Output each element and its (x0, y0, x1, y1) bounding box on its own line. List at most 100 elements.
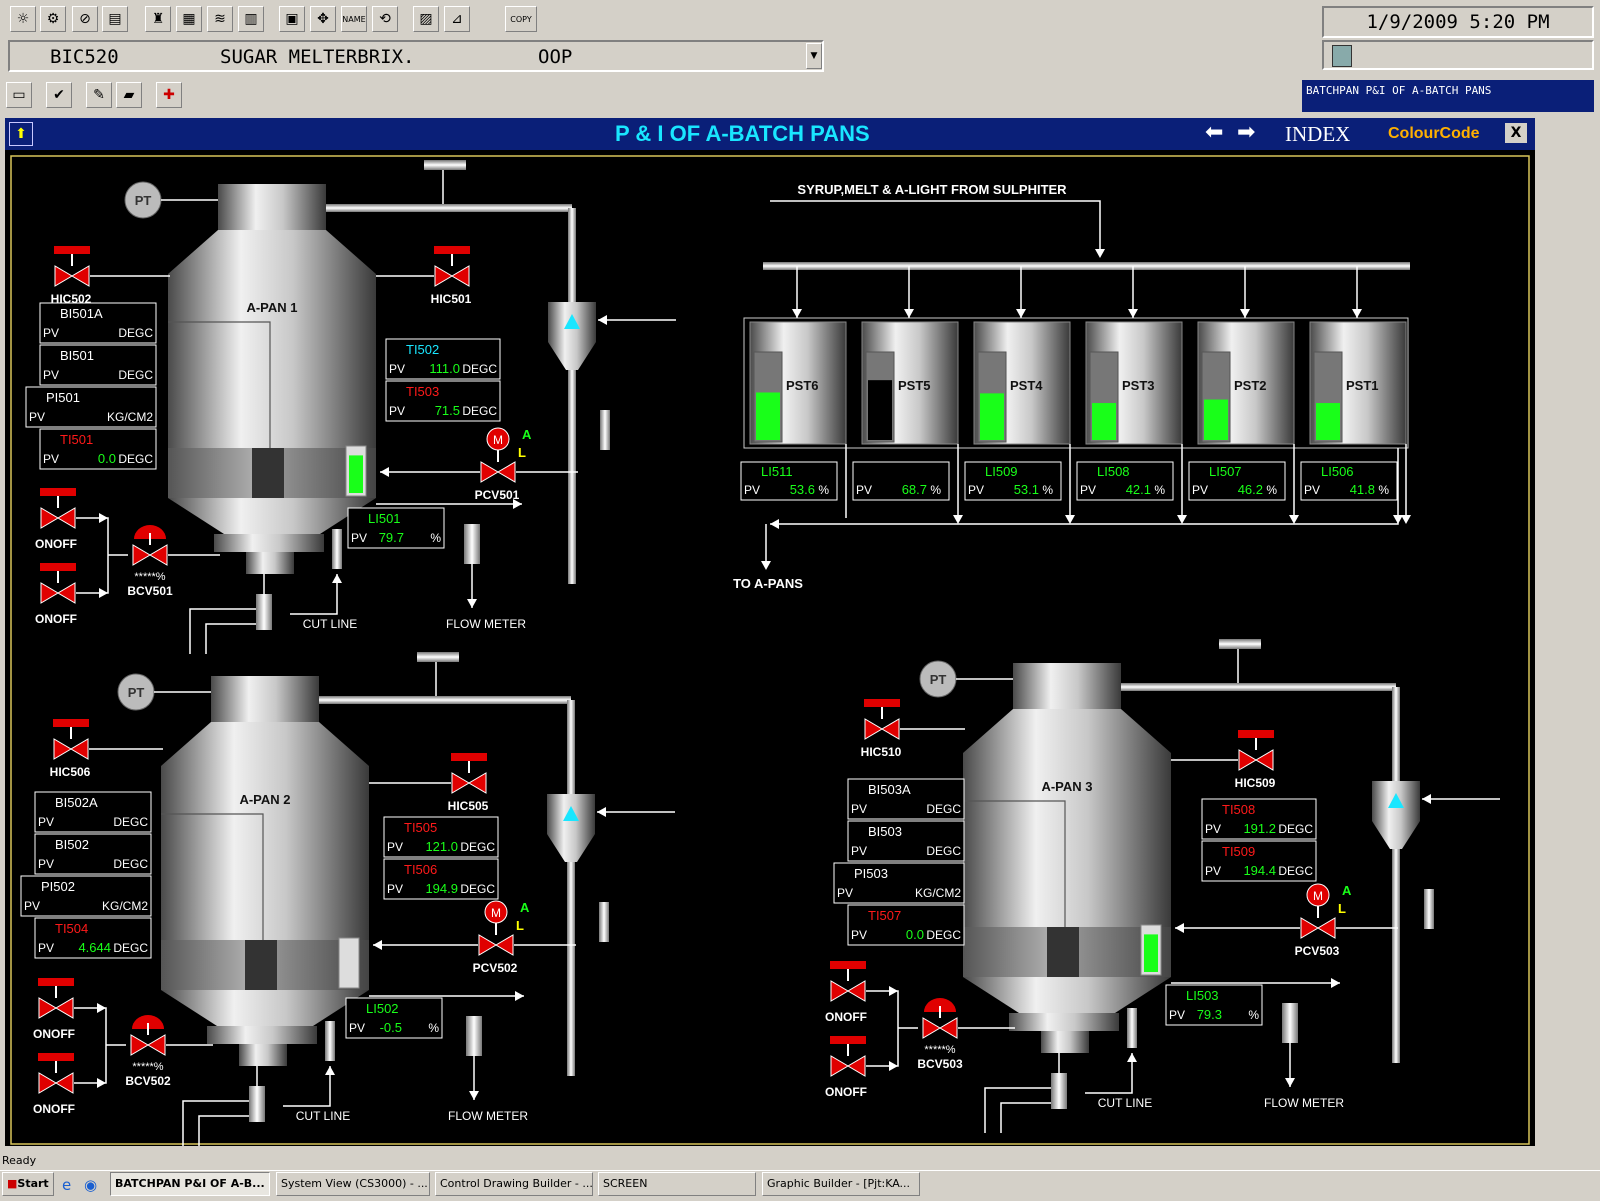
pv-label: PV (24, 899, 40, 913)
tag-name: BI501 (60, 348, 94, 363)
tag-ti506[interactable]: TI506PV 194.9 DEGC (383, 858, 499, 900)
pv-value: 0.0 (906, 927, 924, 942)
valve-onoff-2[interactable] (830, 1036, 866, 1077)
tank-name: PST5 (898, 378, 931, 393)
tag-bi502a[interactable]: BI502APV DEGC (34, 791, 152, 833)
pv-value: 46.2 (1238, 482, 1263, 497)
unit-label: % (1042, 483, 1053, 497)
tag-bi501[interactable]: BI501PV DEGC (39, 344, 157, 386)
tag-ti502[interactable]: TI502PV 111.0 DEGC (385, 338, 501, 380)
tank-level-indicator[interactable]: LI506PV 41.8% (1300, 461, 1398, 501)
valve-onoff-1[interactable] (40, 488, 76, 529)
downtake (245, 940, 277, 990)
valve-hic510[interactable]: HIC510 (861, 699, 902, 759)
tank-pst6[interactable]: PST6 LI511PV 53.6% (740, 266, 847, 518)
valve-tag: PCV502 (473, 961, 518, 975)
valve-pcv503[interactable]: M PCV503 (1295, 883, 1340, 958)
valve-hic509[interactable]: HIC509 (1235, 730, 1276, 790)
tank-level-indicator[interactable]: LI509PV 53.1% (964, 461, 1062, 501)
tag-name: LI502 (366, 1001, 399, 1016)
tag-li503[interactable]: LI503PV 79.3% (1165, 984, 1263, 1026)
tag-bi503a[interactable]: BI503APV DEGC (847, 778, 965, 820)
tag-bi501a[interactable]: BI501APV DEGC (39, 302, 157, 344)
tank-name: PST1 (1346, 378, 1379, 393)
cyclone (548, 302, 596, 370)
tag-pi501[interactable]: PI501PV KG/CM2 (25, 386, 157, 428)
task-item-control-drawing[interactable]: Control Drawing Builder - ... (435, 1172, 593, 1196)
tank-level-fill (1316, 403, 1340, 440)
tank-pst4[interactable]: PST4 LI509PV 53.1% (964, 266, 1075, 524)
tank-pst3[interactable]: PST3 LI508PV 42.1% (1076, 266, 1187, 524)
arrow-icon (97, 1078, 106, 1088)
tag-li502[interactable]: LI502PV -0.5% (345, 997, 443, 1039)
bcv-output: *****% (134, 571, 165, 583)
valve-left-icon (1238, 749, 1257, 771)
cyclone-drain (1424, 889, 1434, 929)
valve-tag: HIC510 (861, 745, 902, 759)
tag-name: PI503 (854, 866, 888, 881)
valve-bcv501[interactable] (132, 525, 168, 566)
task-item-system-view[interactable]: System View (CS3000) - ... (276, 1172, 430, 1196)
tag-pi503[interactable]: PI503PV KG/CM2 (833, 862, 965, 904)
tag-li501[interactable]: LI501PV 79.7% (347, 507, 445, 549)
tank-level-indicator[interactable]: LI508PV 42.1% (1076, 461, 1174, 501)
pv-value: 71.5 (435, 403, 460, 418)
tank-farm: SYRUP,MELT & A-LIGHT FROM SULPHITER PST6 L… (733, 182, 1411, 591)
tank-level-indicator[interactable]: PV 68.7% (852, 461, 950, 501)
ie-icon[interactable]: e (62, 1176, 71, 1194)
pv-value: 194.9 (425, 881, 458, 896)
arrow-icon (1352, 309, 1362, 318)
start-button[interactable]: ■Start (2, 1172, 54, 1196)
valve-hic506[interactable]: HIC506 (50, 719, 91, 779)
tag-ti503[interactable]: TI503PV 71.5 DEGC (385, 380, 501, 422)
valve-hic505[interactable]: HIC505 (448, 753, 489, 813)
pans-layer: PTA-PAN 1HIC502BI501APV DEGCBI501PV DEGCPI… (20, 160, 1500, 1146)
tag-ti501[interactable]: TI501PV 0.0 DEGC (39, 428, 157, 470)
tank-pst5[interactable]: PST5 PV 68.7% (852, 266, 963, 524)
valve-onoff-2[interactable] (40, 563, 76, 604)
tag-ti504[interactable]: TI504PV 4.644 DEGC (34, 917, 152, 959)
valve-left-icon (830, 980, 849, 1002)
unit-label: DEGC (118, 368, 153, 382)
flow-meter-label: FLOW METER (448, 1109, 528, 1123)
valve-pcv501[interactable]: M PCV501 (475, 427, 520, 502)
valve-onoff-2[interactable] (38, 1053, 74, 1094)
pipe (1121, 683, 1396, 691)
tag-ti509[interactable]: TI509PV 194.4 DEGC (1201, 840, 1317, 882)
pv-value: -0.5 (380, 1020, 402, 1035)
tag-pi502[interactable]: PI502PV KG/CM2 (20, 875, 152, 917)
pv-label: PV (837, 886, 853, 900)
valve-bcv503[interactable] (922, 998, 958, 1039)
valve-onoff-1[interactable] (830, 961, 866, 1002)
discharge-pipe (249, 1086, 265, 1122)
onoff-label: ONOFF (825, 1085, 867, 1099)
tag-bi503[interactable]: BI503PV DEGC (847, 820, 965, 862)
desktop-icon[interactable]: ◉ (84, 1176, 97, 1194)
arrow-icon (1289, 515, 1299, 524)
status-text: Ready (2, 1154, 37, 1167)
bcv-output: *****% (132, 1061, 163, 1073)
valve-onoff-1[interactable] (38, 978, 74, 1019)
valve-bcv502[interactable] (130, 1015, 166, 1056)
tank-level-indicator[interactable]: LI507PV 46.2% (1188, 461, 1286, 501)
valve-tag: PCV501 (475, 488, 520, 502)
tag-ti508[interactable]: TI508PV 191.2 DEGC (1201, 798, 1317, 840)
tag-ti505[interactable]: TI505PV 121.0 DEGC (383, 816, 499, 858)
tank-pst2[interactable]: PST2 LI507PV 46.2% (1188, 266, 1299, 524)
arrow-icon (99, 513, 108, 523)
tag-name: BI502 (55, 837, 89, 852)
tank-pst1[interactable]: PST1 LI506PV 41.8% (1300, 266, 1411, 524)
arrow-icon (953, 515, 963, 524)
tag-name: BI503A (868, 782, 911, 797)
task-item-batchpan[interactable]: BATCHPAN P&I OF A-B... (110, 1172, 270, 1196)
tank-level-indicator[interactable]: LI511PV 53.6% (740, 461, 838, 501)
valve-hic502[interactable]: HIC502 (51, 246, 92, 306)
tag-name: TI504 (55, 921, 88, 936)
task-item-screen[interactable]: SCREEN (598, 1172, 756, 1196)
valve-pcv502[interactable]: M PCV502 (473, 900, 518, 975)
tag-bi502[interactable]: BI502PV DEGC (34, 833, 152, 875)
task-item-graphic-builder[interactable]: Graphic Builder - [Pjt:KA... (762, 1172, 920, 1196)
tag-ti507[interactable]: TI507PV 0.0 DEGC (847, 904, 965, 946)
valve-hic501[interactable]: HIC501 (431, 246, 472, 306)
tag-name: TI507 (868, 908, 901, 923)
